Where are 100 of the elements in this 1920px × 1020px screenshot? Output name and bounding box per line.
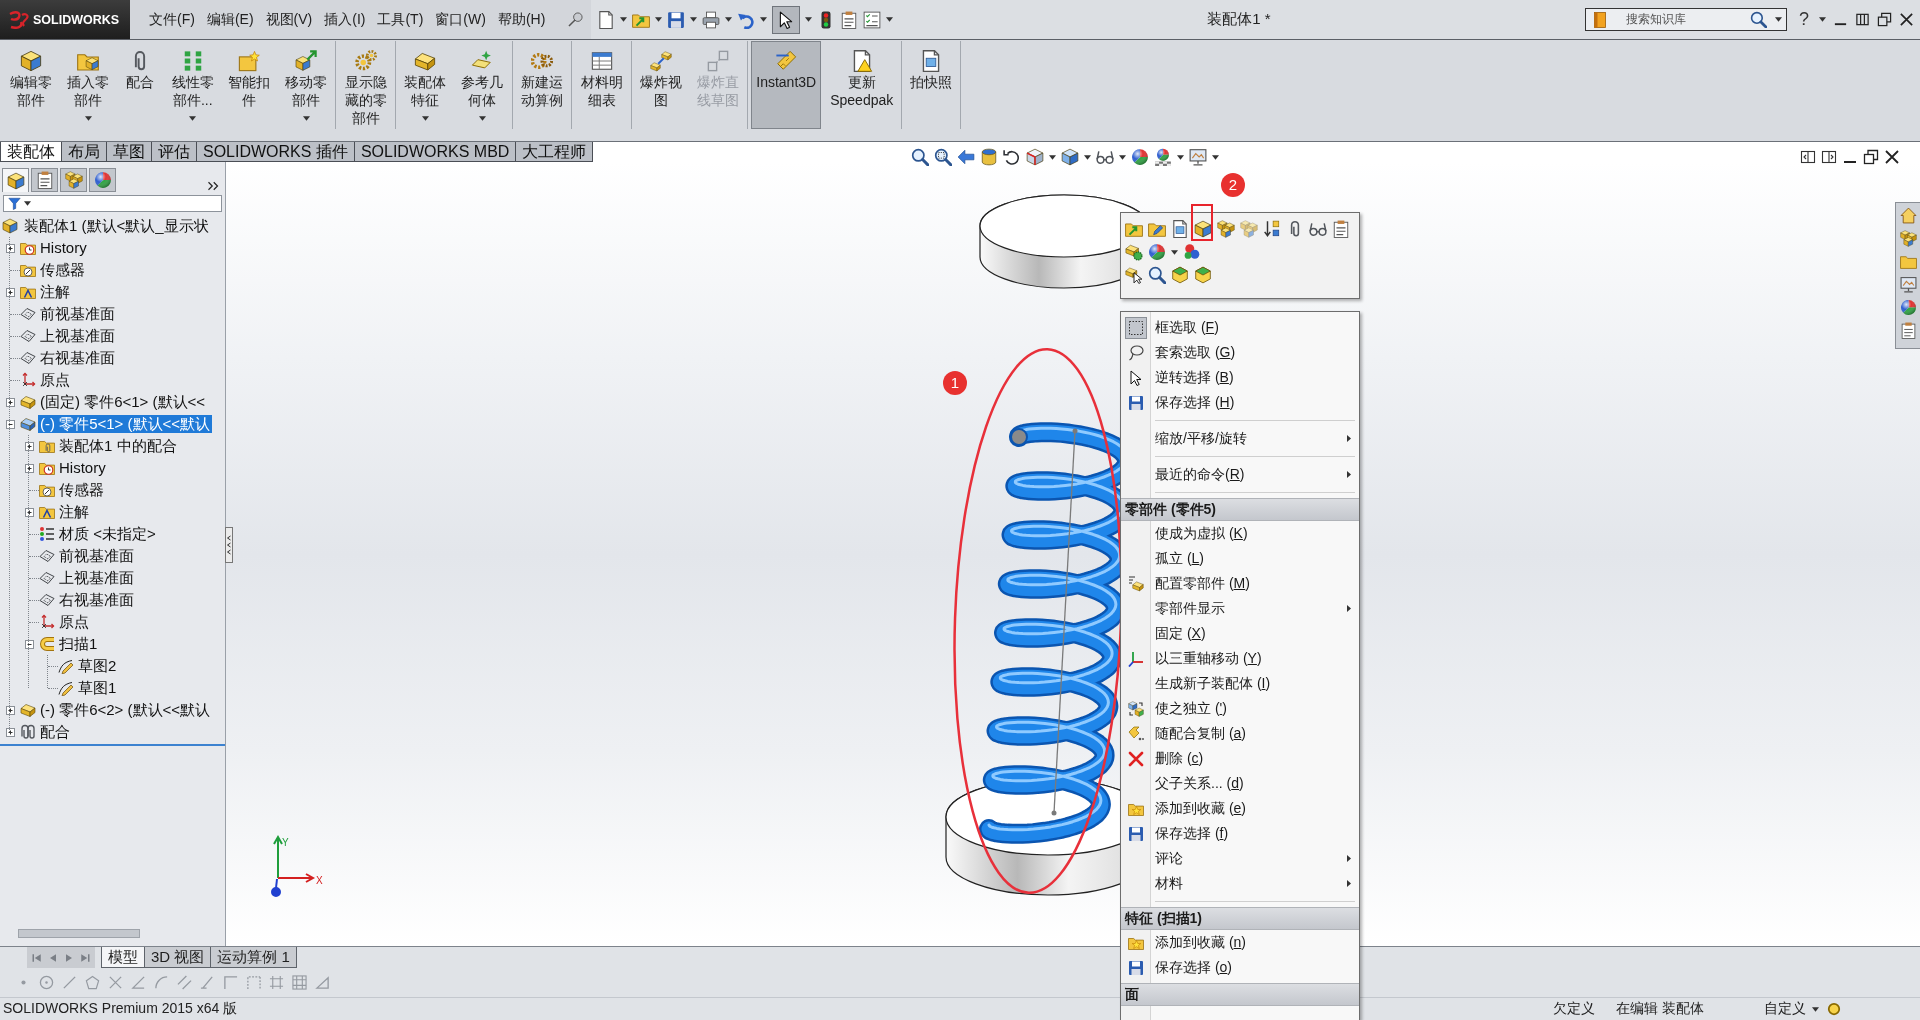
- checklist-icon[interactable]: [863, 10, 881, 29]
- ribbon-button[interactable]: 线性零部件...: [166, 41, 220, 129]
- close-icon[interactable]: [1899, 12, 1914, 27]
- scene-sphere-icon[interactable]: [1154, 148, 1172, 166]
- tree-item[interactable]: (-) 零件5<1> (默认<<默认: [38, 415, 213, 433]
- menu-item[interactable]: 父子关系... (d): [1121, 771, 1359, 796]
- blocks-icon[interactable]: [1217, 220, 1235, 238]
- ribbon-button[interactable]: 参考几何体: [455, 41, 509, 129]
- menu-item[interactable]: 框选取 (F): [1121, 315, 1359, 340]
- menu-item[interactable]: 最近的命令(R): [1121, 462, 1359, 487]
- magnifier-icon[interactable]: [911, 148, 929, 166]
- house-icon[interactable]: [1899, 207, 1917, 224]
- magnifier-box-icon[interactable]: [934, 148, 952, 166]
- printer-icon[interactable]: [702, 10, 720, 29]
- panel-tab[interactable]: [31, 168, 58, 192]
- caret-icon[interactable]: [84, 116, 92, 121]
- panel-tab[interactable]: [60, 168, 87, 192]
- command-tab[interactable]: 大工程师: [515, 142, 594, 162]
- caret-icon[interactable]: [478, 116, 486, 121]
- cursor-block-icon[interactable]: [1125, 266, 1143, 284]
- bottom-tab[interactable]: 3D 视图: [144, 947, 212, 968]
- caret-icon[interactable]: [760, 17, 767, 22]
- pin-icon[interactable]: [568, 12, 583, 27]
- menu-item[interactable]: 添加到收藏 (e): [1121, 796, 1359, 821]
- expand-toggle[interactable]: [5, 419, 15, 429]
- menu-item[interactable]: 评论: [1121, 846, 1359, 871]
- menu-item[interactable]: 保存选择 (H): [1121, 390, 1359, 415]
- ribbon-button[interactable]: 爆炸视图: [634, 41, 688, 129]
- caret-icon[interactable]: [805, 17, 812, 22]
- menu-item[interactable]: 保存选择 (o): [1121, 955, 1359, 980]
- tree-item[interactable]: 草图1: [76, 679, 119, 697]
- ribbon-button[interactable]: 更新 Speedpak: [825, 41, 899, 129]
- command-tab[interactable]: 草图: [106, 142, 152, 162]
- menu-item[interactable]: 添加到收藏 (n): [1121, 930, 1359, 955]
- chevrons-icon[interactable]: [207, 180, 219, 192]
- menu-item[interactable]: 保存选择 (f): [1121, 821, 1359, 846]
- menu-item[interactable]: 工具(T): [371, 10, 430, 29]
- caret-icon[interactable]: [1819, 17, 1826, 22]
- hexagon-block-icon[interactable]: [1194, 266, 1212, 284]
- command-tab[interactable]: 装配体: [0, 142, 62, 162]
- floppy-icon[interactable]: [667, 10, 685, 29]
- expand-toggle[interactable]: [5, 705, 15, 715]
- expand-toggle[interactable]: [5, 727, 15, 737]
- close-icon[interactable]: [1884, 149, 1900, 165]
- caret-icon[interactable]: [24, 201, 31, 206]
- tree-item[interactable]: 原点: [57, 613, 91, 631]
- ribbon-button[interactable]: Instant3D: [751, 41, 822, 129]
- ribbon-button[interactable]: 拍快照: [905, 41, 958, 129]
- expand-toggle[interactable]: [24, 441, 34, 451]
- menu-item[interactable]: 零部件显示: [1121, 596, 1359, 621]
- menu-item[interactable]: 以三重轴移动 (Y): [1121, 646, 1359, 671]
- panel-tab[interactable]: [89, 168, 116, 192]
- glasses-icon[interactable]: [1096, 148, 1114, 166]
- bottom-tab[interactable]: 运动算例 1: [210, 947, 297, 968]
- command-tab[interactable]: SOLIDWORKS 插件: [196, 142, 355, 162]
- caret-icon[interactable]: [1119, 154, 1126, 160]
- tree-item[interactable]: 传感器: [57, 481, 106, 499]
- menu-item[interactable]: 使之独立 ('): [1121, 696, 1359, 721]
- tree-item[interactable]: 草图2: [76, 657, 119, 675]
- menu-item[interactable]: 孤立 (L): [1121, 546, 1359, 571]
- clipboard-icon[interactable]: [1899, 322, 1917, 339]
- color-dots-icon[interactable]: [1183, 243, 1201, 261]
- horizontal-scrollbar[interactable]: [18, 929, 140, 938]
- rotate-arrow-icon[interactable]: [1003, 148, 1021, 166]
- tree-item[interactable]: 装配体1 中的配合: [57, 437, 179, 455]
- block-gear-icon[interactable]: [1125, 243, 1143, 261]
- magnifier-icon[interactable]: [1750, 11, 1767, 28]
- filter-field[interactable]: [3, 195, 222, 212]
- tree-item[interactable]: 原点: [38, 371, 72, 389]
- caret-icon[interactable]: [302, 116, 310, 121]
- blocks-icon[interactable]: [1899, 230, 1917, 247]
- caret-icon[interactable]: [189, 116, 197, 121]
- caret-icon[interactable]: [1212, 154, 1219, 160]
- menu-item[interactable]: 材料: [1121, 871, 1359, 896]
- menu-item[interactable]: 缩放/平移/旋转: [1121, 426, 1359, 451]
- tree-item[interactable]: History: [57, 459, 108, 477]
- restore-icon[interactable]: [1863, 149, 1879, 165]
- tree-item[interactable]: History: [38, 239, 89, 257]
- menu-item[interactable]: 帮助(H): [491, 10, 552, 29]
- sphere-icon[interactable]: [1131, 148, 1149, 166]
- picture-document-icon[interactable]: [1171, 220, 1189, 238]
- caret-icon[interactable]: [655, 17, 662, 22]
- caret-icon[interactable]: [620, 17, 627, 22]
- tree-item[interactable]: 右视基准面: [38, 349, 117, 367]
- ribbon-button[interactable]: 配合: [118, 41, 163, 129]
- tree-item[interactable]: 前视基准面: [57, 547, 136, 565]
- menu-item[interactable]: 逆转选择 (B): [1121, 365, 1359, 390]
- bottom-tab[interactable]: 模型: [101, 947, 145, 968]
- menu-item[interactable]: 套索选取 (G): [1121, 340, 1359, 365]
- tree-item[interactable]: (固定) 零件6<1> (默认<<: [38, 393, 208, 411]
- collapse-handle[interactable]: [225, 527, 233, 563]
- ribbon-button[interactable]: 材料明细表: [575, 41, 628, 129]
- menu-item[interactable]: 删除 (c): [1121, 746, 1359, 771]
- caret-icon[interactable]: [690, 17, 697, 22]
- cube-icon[interactable]: [1194, 220, 1212, 238]
- folder-pencil-icon[interactable]: [1148, 220, 1166, 238]
- ribbon-button[interactable]: 编辑零部件: [5, 41, 58, 129]
- sort-arrows-icon[interactable]: [1263, 220, 1281, 238]
- tree-item[interactable]: 传感器: [38, 261, 87, 279]
- menu-item[interactable]: 视图(V): [259, 10, 319, 29]
